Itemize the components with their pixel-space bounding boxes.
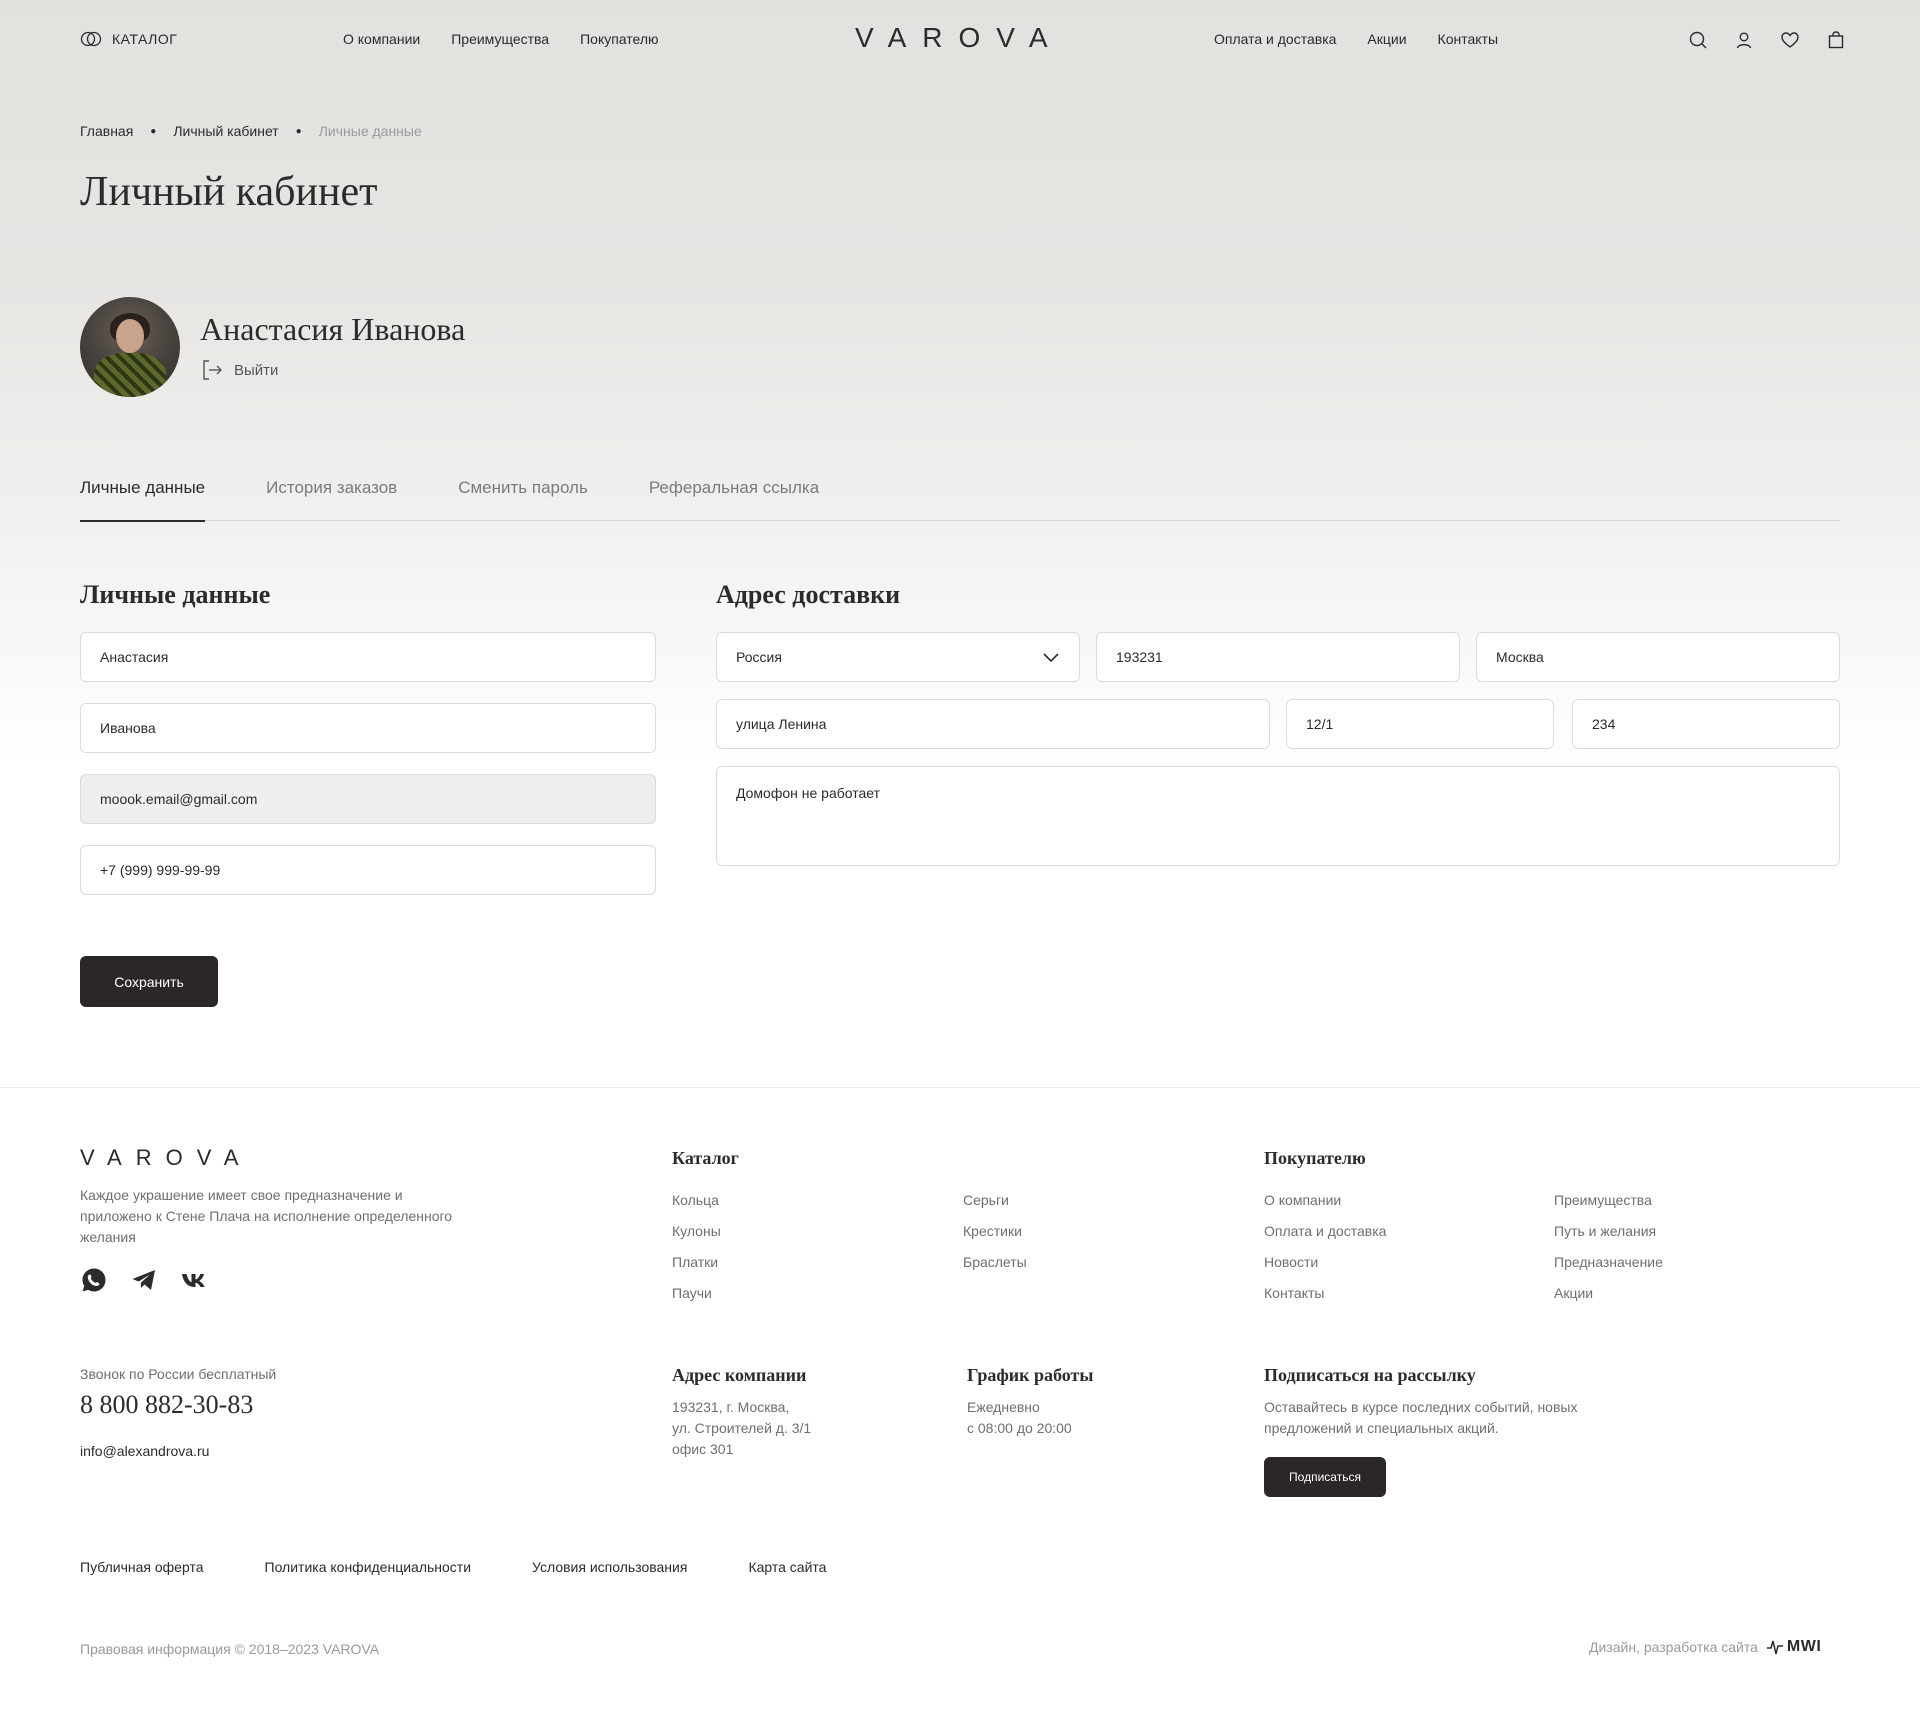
zip-field[interactable]: 193231: [1096, 632, 1460, 682]
footer-description: Каждое украшение имеет свое предназначен…: [80, 1187, 453, 1245]
first-name-field[interactable]: Анастасия: [80, 632, 656, 682]
legal-link-offer[interactable]: Публичная оферта: [80, 1559, 204, 1575]
telegram-icon[interactable]: [130, 1266, 158, 1294]
copyright: Правовая информация © 2018–2023 VAROVA: [80, 1641, 380, 1657]
save-button[interactable]: Сохранить: [80, 956, 218, 1007]
legal-link-terms[interactable]: Условия использования: [532, 1559, 687, 1575]
tab-order-history[interactable]: История заказов: [266, 478, 397, 521]
breadcrumb-current: Личные данные: [318, 123, 422, 139]
apartment-field[interactable]: 234: [1572, 699, 1840, 749]
footer-link-rings[interactable]: Кольца: [672, 1191, 721, 1210]
whatsapp-icon[interactable]: [80, 1266, 108, 1294]
comment-textarea[interactable]: Домофон не работает: [716, 766, 1840, 866]
nav-right: Оплата и доставка Акции Контакты: [1214, 31, 1498, 47]
user-icon[interactable]: [1734, 30, 1754, 50]
last-name-field[interactable]: Иванова: [80, 703, 656, 753]
user-name: Анастасия Иванова: [200, 311, 466, 347]
tab-change-password[interactable]: Сменить пароль: [458, 478, 588, 521]
breadcrumb: Главная ● Личный кабинет ● Личные данные: [80, 123, 422, 139]
footer-catalog-col2: Серьги Крестики Браслеты: [963, 1191, 1027, 1272]
nav-link-advantages[interactable]: Преимущества: [451, 31, 549, 47]
footer-link-crosses[interactable]: Крестики: [963, 1222, 1027, 1241]
legal-links: Публичная оферта Политика конфиденциальн…: [80, 1559, 826, 1575]
subscribe-button[interactable]: Подписаться: [1264, 1457, 1386, 1497]
footer-catalog-title: Каталог: [672, 1148, 739, 1168]
footer-link-scarves[interactable]: Платки: [672, 1253, 721, 1272]
country-value: Россия: [736, 649, 782, 665]
footer-logo[interactable]: VAROVA: [80, 1145, 252, 1171]
nav-left: О компании Преимущества Покупателю: [343, 31, 659, 47]
tab-personal-data[interactable]: Личные данные: [80, 478, 206, 522]
subscribe-title: Подписаться на рассылку: [1264, 1365, 1476, 1385]
footer-link-earrings[interactable]: Серьги: [963, 1191, 1027, 1210]
breadcrumb-separator: ●: [150, 125, 157, 137]
house-field[interactable]: 12/1: [1286, 699, 1554, 749]
social-links: [80, 1266, 208, 1294]
account-tabs: Личные данные История заказов Сменить па…: [80, 478, 1840, 522]
logout-button[interactable]: Выйти: [200, 358, 278, 382]
footer-buyer-col1: О компании Оплата и доставка Новости Кон…: [1264, 1191, 1386, 1303]
footer-link-news[interactable]: Новости: [1264, 1253, 1386, 1272]
catalog-button[interactable]: КАТАЛОГ: [80, 30, 177, 48]
phone-field[interactable]: +7 (999) 999-99-99: [80, 845, 656, 895]
email-field: moook.email@gmail.com: [80, 774, 656, 824]
company-address: 193231, г. Москва, ул. Строителей д. 3/1…: [672, 1399, 812, 1457]
page-title: Личный кабинет: [80, 169, 378, 215]
footer-link-delivery[interactable]: Оплата и доставка: [1264, 1222, 1386, 1241]
breadcrumb-account[interactable]: Личный кабинет: [173, 123, 278, 139]
catalog-rings-icon: [80, 31, 102, 47]
call-note: Звонок по России бесплатный: [80, 1366, 277, 1382]
nav-link-buyers[interactable]: Покупателю: [580, 31, 658, 47]
breadcrumb-home[interactable]: Главная: [80, 123, 133, 139]
breadcrumb-separator: ●: [295, 125, 302, 137]
tab-referral-link[interactable]: Реферальная ссылка: [649, 478, 819, 521]
footer-email[interactable]: info@alexandrova.ru: [80, 1443, 209, 1459]
schedule-title: График работы: [967, 1365, 1094, 1385]
header-icons: [1688, 30, 1846, 50]
company-address-title: Адрес компании: [672, 1365, 807, 1385]
footer-phone[interactable]: 8 800 882-30-83: [80, 1390, 253, 1420]
nav-link-about[interactable]: О компании: [343, 31, 420, 47]
footer-divider: [0, 1087, 1920, 1088]
bag-icon[interactable]: [1826, 30, 1846, 50]
logout-label: Выйти: [234, 361, 279, 379]
nav-link-contacts[interactable]: Контакты: [1438, 31, 1498, 47]
personal-data-title: Личные данные: [80, 580, 271, 609]
schedule: Ежедневно с 08:00 до 20:00: [967, 1399, 1072, 1436]
footer-catalog-col1: Кольца Кулоны Платки Паучи: [672, 1191, 721, 1303]
site-logo[interactable]: VAROVA: [855, 22, 1064, 54]
nav-link-promo[interactable]: Акции: [1367, 31, 1406, 47]
footer-link-pendants[interactable]: Кулоны: [672, 1222, 721, 1241]
developer-logo: MWI: [1766, 1636, 1821, 1658]
country-select[interactable]: Россия: [716, 632, 1080, 682]
heart-icon[interactable]: [1780, 30, 1800, 50]
subscribe-text: Оставайтесь в курсе последних событий, н…: [1264, 1399, 1578, 1436]
footer-link-contacts[interactable]: Контакты: [1264, 1284, 1386, 1303]
footer-link-wishes[interactable]: Путь и желания: [1554, 1222, 1663, 1241]
vk-icon[interactable]: [180, 1266, 208, 1294]
footer-link-bracelets[interactable]: Браслеты: [963, 1253, 1027, 1272]
chevron-down-icon: [1043, 653, 1059, 663]
city-field[interactable]: Москва: [1476, 632, 1840, 682]
footer-link-about[interactable]: О компании: [1264, 1191, 1386, 1210]
search-icon[interactable]: [1688, 30, 1708, 50]
footer-buyer-col2: Преимущества Путь и желания Предназначен…: [1554, 1191, 1663, 1303]
footer-buyer-title: Покупателю: [1264, 1148, 1366, 1168]
footer-link-pouches[interactable]: Паучи: [672, 1284, 721, 1303]
catalog-label: КАТАЛОГ: [112, 31, 178, 47]
footer-link-promo[interactable]: Акции: [1554, 1284, 1663, 1303]
delivery-address-title: Адрес доставки: [716, 580, 901, 609]
legal-link-privacy[interactable]: Политика конфиденциальности: [265, 1559, 472, 1575]
avatar: [80, 297, 180, 397]
nav-link-delivery[interactable]: Оплата и доставка: [1214, 31, 1336, 47]
developer-credit[interactable]: Дизайн, разработка сайта MWI: [1589, 1636, 1821, 1658]
site-header: КАТАЛОГ О компании Преимущества Покупате…: [0, 0, 1920, 82]
street-field[interactable]: улица Ленина: [716, 699, 1270, 749]
logout-icon: [203, 360, 222, 380]
legal-link-sitemap[interactable]: Карта сайта: [748, 1559, 826, 1575]
footer-link-advantages[interactable]: Преимущества: [1554, 1191, 1663, 1210]
footer-link-purpose[interactable]: Предназначение: [1554, 1253, 1663, 1272]
mwi-pulse-icon: [1766, 1640, 1783, 1655]
developer-label: Дизайн, разработка сайта: [1589, 1639, 1758, 1655]
